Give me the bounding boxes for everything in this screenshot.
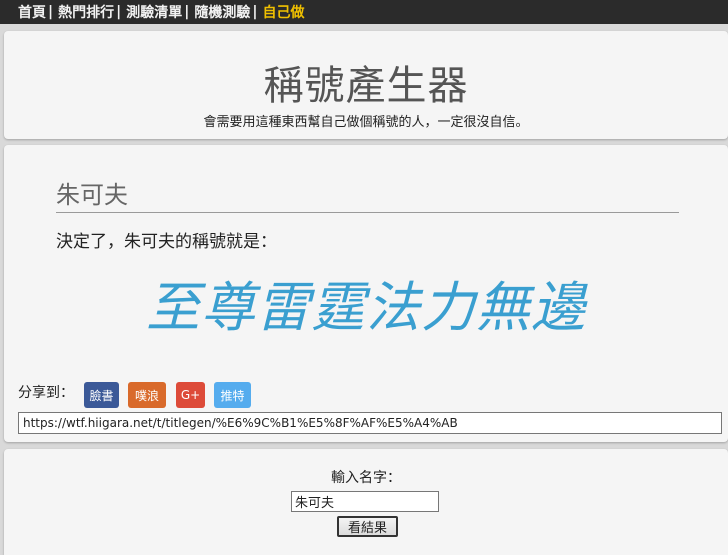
header-panel: 稱號產生器 會需要用這種東西幫自己做個稱號的人，一定很沒自信。 <box>4 31 728 139</box>
nav-item-quiz-list[interactable]: 測驗清單 <box>126 2 182 22</box>
nav-item-popular[interactable]: 熱門排行 <box>58 2 114 22</box>
nav-separator: | <box>184 4 190 20</box>
name-form-panel: 輸入名字： 看結果 <box>4 449 728 555</box>
name-input-label: 輸入名字： <box>331 470 401 486</box>
nav-separator: | <box>116 4 122 20</box>
name-input[interactable] <box>291 491 439 512</box>
result-panel: 朱可夫 決定了，朱可夫的稱號就是： 至尊雷霆法力無邊 分享到： 臉書 噗浪 G+… <box>4 145 728 442</box>
nav-separator: | <box>252 4 258 20</box>
nav-separator: | <box>48 4 54 20</box>
page-subtitle: 會需要用這種東西幫自己做個稱號的人，一定很沒自信。 <box>203 115 529 130</box>
generated-title: 至尊雷霆法力無邊 <box>146 276 586 339</box>
result-sentence: 決定了，朱可夫的稱號就是： <box>56 232 277 252</box>
share-url-field[interactable] <box>18 412 722 434</box>
page-title: 稱號產生器 <box>263 63 469 109</box>
nav-item-make-your-own[interactable]: 自己做 <box>263 2 305 22</box>
share-facebook-button[interactable]: 臉書 <box>84 382 119 408</box>
top-navigation: 首頁 | 熱門排行 | 測驗清單 | 隨機測驗 | 自己做 <box>0 0 728 24</box>
share-plurk-button[interactable]: 噗浪 <box>128 382 166 408</box>
nav-item-random-quiz[interactable]: 隨機測驗 <box>194 2 250 22</box>
result-name-heading: 朱可夫 <box>56 175 679 213</box>
share-twitter-button[interactable]: 推特 <box>214 382 251 408</box>
share-googleplus-button[interactable]: G+ <box>176 382 205 408</box>
share-label: 分享到： <box>18 385 74 401</box>
view-result-button[interactable]: 看結果 <box>337 516 398 537</box>
nav-item-home[interactable]: 首頁 <box>18 2 46 22</box>
